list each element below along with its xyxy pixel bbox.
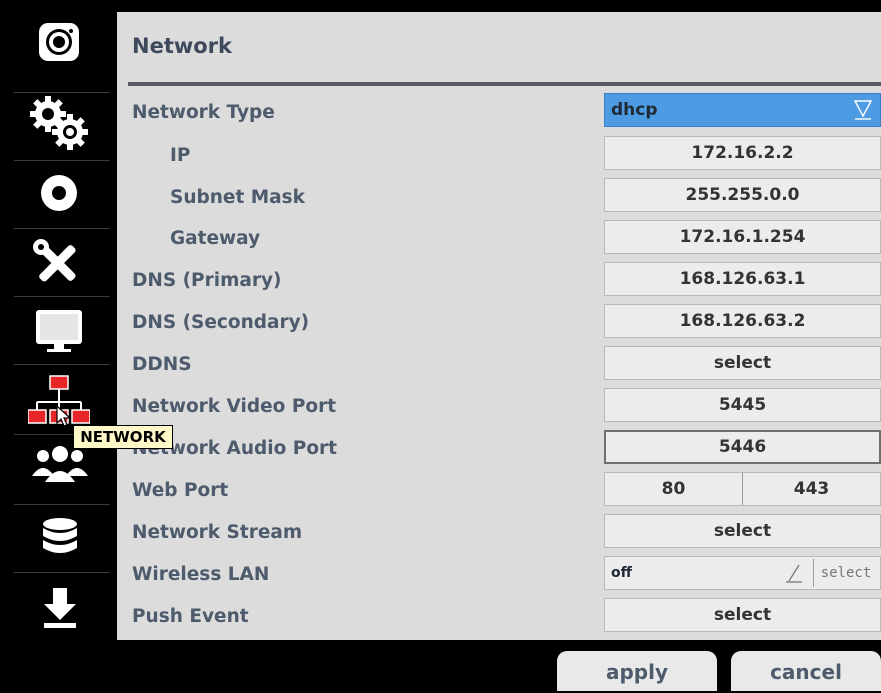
ip-field[interactable]: 172.16.2.2 bbox=[604, 136, 881, 170]
gears-icon bbox=[30, 96, 88, 150]
web-port-field-group: 80 443 bbox=[604, 472, 881, 506]
web-port-http-field[interactable]: 80 bbox=[605, 473, 743, 505]
wireless-lan-field: off select bbox=[604, 556, 881, 590]
sidebar bbox=[0, 0, 117, 640]
network-stream-select-button[interactable]: select bbox=[604, 514, 881, 548]
apply-button[interactable]: apply bbox=[557, 651, 717, 691]
network-type-value: dhcp bbox=[611, 100, 658, 120]
push-event-select-button[interactable]: select bbox=[604, 598, 881, 632]
tools-icon bbox=[33, 239, 76, 282]
subnet-mask-field[interactable]: 255.255.0.0 bbox=[604, 178, 881, 212]
mouse-cursor-icon bbox=[56, 405, 72, 427]
record-icon bbox=[41, 175, 77, 211]
gateway-field[interactable]: 172.16.1.254 bbox=[604, 220, 881, 254]
dropdown-arrow-icon bbox=[854, 100, 872, 120]
label-network-stream: Network Stream bbox=[132, 522, 303, 543]
wireless-lan-value: off bbox=[611, 565, 632, 581]
sidebar-item-download[interactable] bbox=[0, 574, 117, 642]
download-icon bbox=[44, 588, 76, 628]
label-network-video-port: Network Video Port bbox=[132, 396, 337, 417]
label-dns-primary: DNS (Primary) bbox=[132, 270, 282, 291]
sidebar-item-settings[interactable] bbox=[0, 92, 117, 160]
label-dns-secondary: DNS (Secondary) bbox=[132, 312, 310, 333]
sidebar-item-tools[interactable] bbox=[0, 228, 117, 296]
edit-pencil-icon[interactable] bbox=[785, 563, 803, 583]
label-ip: IP bbox=[170, 145, 191, 166]
sidebar-item-camera[interactable] bbox=[0, 12, 117, 80]
web-port-https-field[interactable]: 443 bbox=[743, 473, 880, 505]
network-tooltip: NETWORK bbox=[73, 425, 173, 449]
sidebar-item-display[interactable] bbox=[0, 298, 117, 366]
label-ddns: DDNS bbox=[132, 354, 192, 375]
ddns-select-button[interactable]: select bbox=[604, 346, 881, 380]
network-type-dropdown[interactable]: dhcp bbox=[604, 93, 881, 127]
camera-icon bbox=[39, 23, 79, 61]
title-divider bbox=[128, 82, 881, 86]
label-subnet-mask: Subnet Mask bbox=[170, 187, 305, 208]
wireless-lan-select-button[interactable]: select bbox=[813, 559, 878, 587]
dns-primary-field[interactable]: 168.126.63.1 bbox=[604, 262, 881, 296]
network-video-port-field[interactable]: 5445 bbox=[604, 388, 881, 422]
network-settings-panel: Network Network Type IP Subnet Mask Gate… bbox=[117, 12, 881, 640]
page-title: Network bbox=[132, 34, 233, 58]
database-icon bbox=[43, 518, 77, 553]
label-gateway: Gateway bbox=[170, 228, 261, 249]
sidebar-item-record[interactable] bbox=[0, 162, 117, 230]
cancel-button[interactable]: cancel bbox=[731, 651, 881, 691]
label-wireless-lan: Wireless LAN bbox=[132, 564, 270, 585]
monitor-icon bbox=[36, 310, 82, 352]
dns-secondary-field[interactable]: 168.126.63.2 bbox=[604, 304, 881, 338]
label-network-type: Network Type bbox=[132, 102, 275, 123]
network-audio-port-field[interactable]: 5446 bbox=[604, 430, 881, 464]
sidebar-item-storage[interactable] bbox=[0, 506, 117, 574]
label-web-port: Web Port bbox=[132, 480, 229, 501]
label-push-event: Push Event bbox=[132, 606, 249, 627]
